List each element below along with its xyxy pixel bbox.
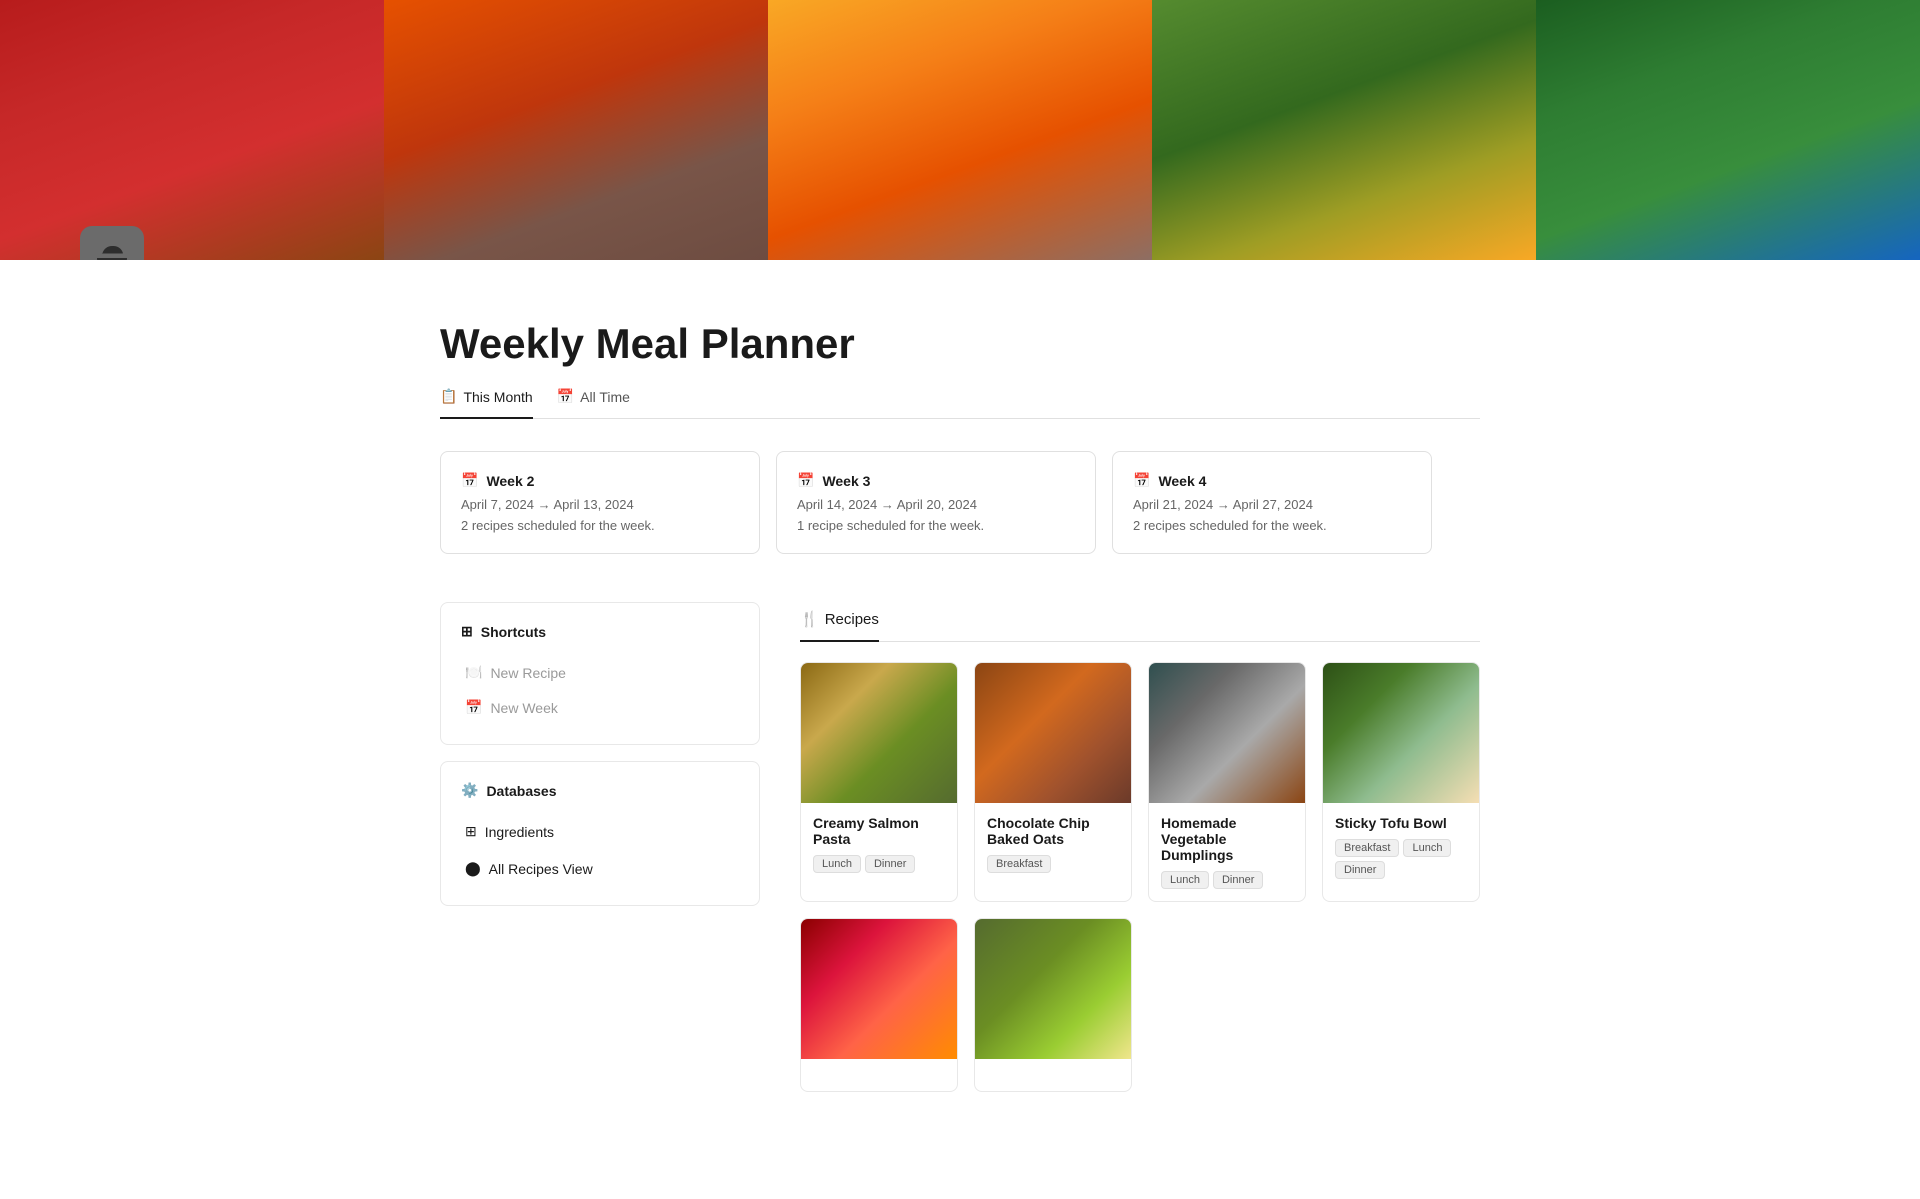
- main-layout: ⊞ Shortcuts 🍽️ New Recipe 📅 New Week ⚙️ …: [440, 602, 1480, 1092]
- recipes-tab-icon: 🍴: [800, 610, 819, 628]
- shortcuts-title: Shortcuts: [481, 624, 546, 640]
- all-recipes-view-label: All Recipes View: [489, 861, 593, 877]
- recipes-grid: Creamy Salmon Pasta Lunch Dinner Chocola…: [800, 662, 1480, 1092]
- new-week-link[interactable]: 📅 New Week: [461, 691, 739, 724]
- recipe-card-chocolate-chip-baked-oats[interactable]: Chocolate Chip Baked Oats Breakfast: [974, 662, 1132, 902]
- databases-section: ⚙️ Databases ⊞ Ingredients ⬤ All Recipes…: [440, 761, 760, 906]
- page-icon: [80, 226, 144, 260]
- recipe-image-1: [801, 663, 957, 803]
- tab-all-time-label: All Time: [580, 389, 630, 405]
- tag-dinner-3: Dinner: [1213, 871, 1263, 889]
- recipe-title-1: Creamy Salmon Pasta: [813, 815, 945, 847]
- week4-title-row: 📅 Week 4: [1133, 472, 1411, 489]
- week4-calendar-icon: 📅: [1133, 472, 1150, 489]
- week-card-4[interactable]: 📅 Week 4 April 21, 2024 → April 27, 2024…: [1112, 451, 1432, 554]
- ingredients-label: Ingredients: [485, 824, 554, 840]
- week4-count: 2 recipes scheduled for the week.: [1133, 518, 1411, 533]
- recipes-tab-bar: 🍴 Recipes: [800, 602, 1480, 642]
- recipe-image-5: [801, 919, 957, 1059]
- week2-dates: April 7, 2024 → April 13, 2024: [461, 497, 739, 512]
- weeks-grid: 📅 Week 2 April 7, 2024 → April 13, 2024 …: [440, 451, 1480, 554]
- shortcuts-section: ⊞ Shortcuts 🍽️ New Recipe 📅 New Week: [440, 602, 760, 745]
- recipe-card-body-4: Sticky Tofu Bowl Breakfast Lunch Dinner: [1323, 803, 1479, 891]
- recipe-image-6: [975, 919, 1131, 1059]
- all-recipes-view-icon: ⬤: [465, 860, 481, 877]
- all-time-icon: 📅: [557, 388, 574, 405]
- week3-count: 1 recipe scheduled for the week.: [797, 518, 1075, 533]
- food-seg-4: [1152, 0, 1536, 260]
- week4-dates: April 21, 2024 → April 27, 2024: [1133, 497, 1411, 512]
- food-seg-3: [768, 0, 1152, 260]
- food-seg-5: [1536, 0, 1920, 260]
- recipe-tags-2: Breakfast: [987, 855, 1119, 873]
- week3-calendar-icon: 📅: [797, 472, 814, 489]
- recipe-card-sticky-tofu-bowl[interactable]: Sticky Tofu Bowl Breakfast Lunch Dinner: [1322, 662, 1480, 902]
- recipe-card-homemade-vegetable-dumplings[interactable]: Homemade Vegetable Dumplings Lunch Dinne…: [1148, 662, 1306, 902]
- shortcuts-title-row: ⊞ Shortcuts: [461, 623, 739, 640]
- new-week-icon: 📅: [465, 699, 482, 716]
- recipe-card-body-6: [975, 1059, 1131, 1091]
- new-week-label: New Week: [490, 700, 557, 716]
- recipe-image-4: [1323, 663, 1479, 803]
- hero-food-collage: [0, 0, 1920, 260]
- databases-icon: ⚙️: [461, 782, 478, 799]
- bowl-icon: [94, 240, 130, 260]
- shortcuts-grid-icon: ⊞: [461, 623, 473, 640]
- week-card-3[interactable]: 📅 Week 3 April 14, 2024 → April 20, 2024…: [776, 451, 1096, 554]
- recipes-tab[interactable]: 🍴 Recipes: [800, 602, 879, 642]
- ingredients-link[interactable]: ⊞ Ingredients: [461, 815, 739, 848]
- tag-lunch-3: Lunch: [1161, 871, 1209, 889]
- recipe-title-4: Sticky Tofu Bowl: [1335, 815, 1467, 831]
- ingredients-icon: ⊞: [465, 823, 477, 840]
- new-recipe-icon: 🍽️: [465, 664, 482, 681]
- week3-dates: April 14, 2024 → April 20, 2024: [797, 497, 1075, 512]
- tag-breakfast-2: Breakfast: [987, 855, 1051, 873]
- recipe-card-6[interactable]: [974, 918, 1132, 1092]
- recipe-tags-3: Lunch Dinner: [1161, 871, 1293, 889]
- databases-title: Databases: [486, 783, 556, 799]
- week2-title-row: 📅 Week 2: [461, 472, 739, 489]
- tag-lunch-4: Lunch: [1403, 839, 1451, 857]
- tag-breakfast-4: Breakfast: [1335, 839, 1399, 857]
- left-column: ⊞ Shortcuts 🍽️ New Recipe 📅 New Week ⚙️ …: [440, 602, 760, 906]
- food-seg-1: [0, 0, 384, 260]
- tag-lunch-1: Lunch: [813, 855, 861, 873]
- new-recipe-label: New Recipe: [490, 665, 565, 681]
- recipe-card-5[interactable]: [800, 918, 958, 1092]
- week2-title: Week 2: [486, 473, 534, 489]
- right-column: 🍴 Recipes Creamy Salmon Pasta Lunch Dinn…: [800, 602, 1480, 1092]
- recipe-card-body-5: [801, 1059, 957, 1091]
- recipes-tab-label: Recipes: [825, 611, 879, 628]
- databases-title-row: ⚙️ Databases: [461, 782, 739, 799]
- recipe-image-2: [975, 663, 1131, 803]
- recipe-image-3: [1149, 663, 1305, 803]
- all-recipes-view-link[interactable]: ⬤ All Recipes View: [461, 852, 739, 885]
- tag-dinner-1: Dinner: [865, 855, 915, 873]
- recipe-title-3: Homemade Vegetable Dumplings: [1161, 815, 1293, 863]
- recipe-card-body-3: Homemade Vegetable Dumplings Lunch Dinne…: [1149, 803, 1305, 901]
- tab-all-time[interactable]: 📅 All Time: [557, 388, 630, 419]
- page-body: Weekly Meal Planner 📋 This Month 📅 All T…: [360, 260, 1560, 1132]
- week4-title: Week 4: [1158, 473, 1206, 489]
- recipe-tags-1: Lunch Dinner: [813, 855, 945, 873]
- tab-this-month-label: This Month: [463, 389, 532, 405]
- page-title: Weekly Meal Planner: [440, 320, 1480, 368]
- week3-title: Week 3: [822, 473, 870, 489]
- tab-bar: 📋 This Month 📅 All Time: [440, 388, 1480, 419]
- week2-calendar-icon: 📅: [461, 472, 478, 489]
- food-seg-2: [384, 0, 768, 260]
- tab-this-month[interactable]: 📋 This Month: [440, 388, 533, 419]
- this-month-icon: 📋: [440, 388, 457, 405]
- week2-count: 2 recipes scheduled for the week.: [461, 518, 739, 533]
- hero-banner: [0, 0, 1920, 260]
- week-card-2[interactable]: 📅 Week 2 April 7, 2024 → April 13, 2024 …: [440, 451, 760, 554]
- new-recipe-link[interactable]: 🍽️ New Recipe: [461, 656, 739, 689]
- recipe-tags-4: Breakfast Lunch Dinner: [1335, 839, 1467, 879]
- recipe-card-body-1: Creamy Salmon Pasta Lunch Dinner: [801, 803, 957, 885]
- recipe-title-2: Chocolate Chip Baked Oats: [987, 815, 1119, 847]
- week3-title-row: 📅 Week 3: [797, 472, 1075, 489]
- recipe-card-body-2: Chocolate Chip Baked Oats Breakfast: [975, 803, 1131, 885]
- tag-dinner-4: Dinner: [1335, 861, 1385, 879]
- recipe-card-creamy-salmon-pasta[interactable]: Creamy Salmon Pasta Lunch Dinner: [800, 662, 958, 902]
